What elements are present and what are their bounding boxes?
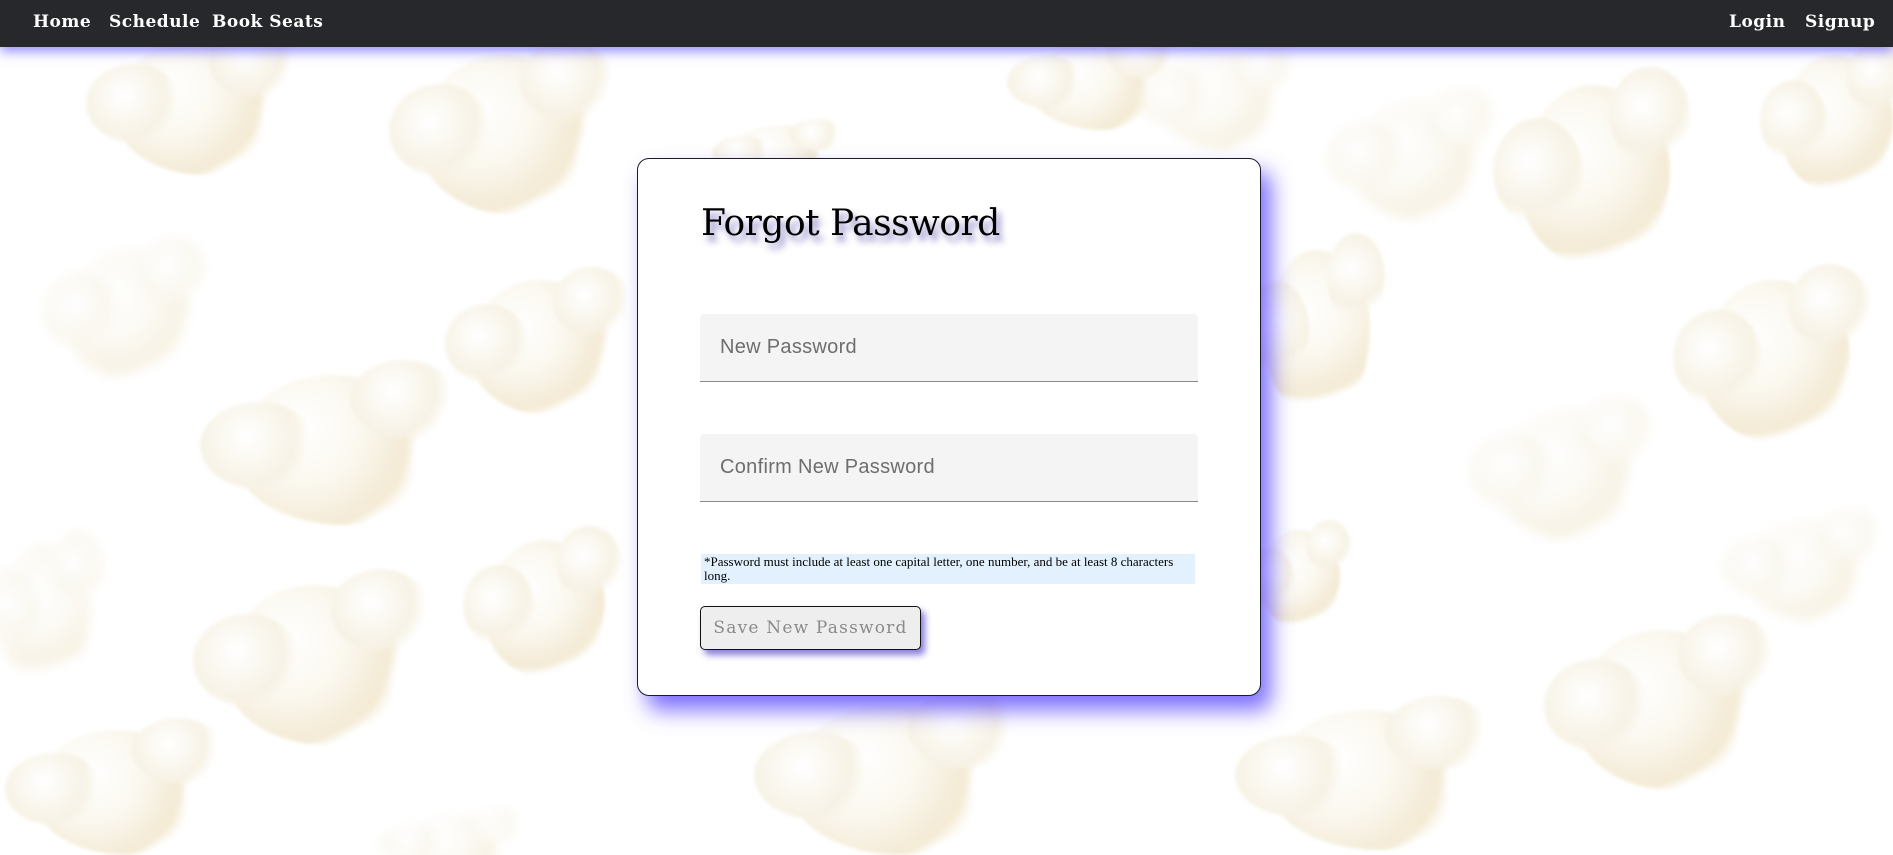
popcorn-kernel bbox=[754, 690, 1018, 855]
popcorn-kernel bbox=[380, 809, 526, 855]
popcorn-kernel bbox=[1138, 40, 1297, 150]
popcorn-kernel bbox=[1469, 397, 1655, 540]
password-requirements-hint: *Password must include at least one capi… bbox=[701, 554, 1195, 584]
popcorn-kernel bbox=[1543, 614, 1775, 790]
popcorn-kernel bbox=[86, 26, 298, 175]
nav-signup-link[interactable]: Signup bbox=[1805, 12, 1875, 32]
forgot-password-card: Forgot Password *Password must include a… bbox=[637, 158, 1261, 696]
popcorn-kernel bbox=[1673, 263, 1871, 445]
nav-schedule-link[interactable]: Schedule bbox=[109, 12, 200, 32]
popcorn-kernel bbox=[1245, 520, 1352, 630]
popcorn-kernel bbox=[5, 717, 224, 855]
popcorn-kernel bbox=[0, 531, 103, 685]
page-title: Forgot Password bbox=[701, 203, 1000, 244]
save-new-password-button[interactable]: Save New Password bbox=[700, 606, 921, 650]
popcorn-kernel bbox=[192, 569, 431, 745]
popcorn-kernel bbox=[463, 526, 622, 680]
popcorn-kernel bbox=[199, 360, 458, 525]
popcorn-kernel bbox=[444, 266, 630, 415]
confirm-password-input[interactable] bbox=[700, 434, 1198, 502]
nav-book-seats-link[interactable]: Book Seats bbox=[212, 12, 323, 32]
popcorn-kernel bbox=[389, 39, 614, 215]
popcorn-kernel bbox=[1723, 510, 1882, 620]
popcorn-kernel bbox=[1493, 66, 1691, 270]
popcorn-kernel bbox=[1234, 696, 1493, 850]
popcorn-kernel bbox=[1246, 233, 1385, 420]
top-navbar: Home Schedule Book Seats Login Signup bbox=[0, 0, 1893, 47]
nav-login-link[interactable]: Login bbox=[1729, 12, 1786, 32]
popcorn-kernel bbox=[42, 237, 208, 380]
popcorn-kernel bbox=[1326, 88, 1499, 220]
nav-home-link[interactable]: Home bbox=[33, 12, 91, 32]
new-password-input[interactable] bbox=[700, 314, 1198, 382]
popcorn-kernel bbox=[1759, 41, 1893, 195]
